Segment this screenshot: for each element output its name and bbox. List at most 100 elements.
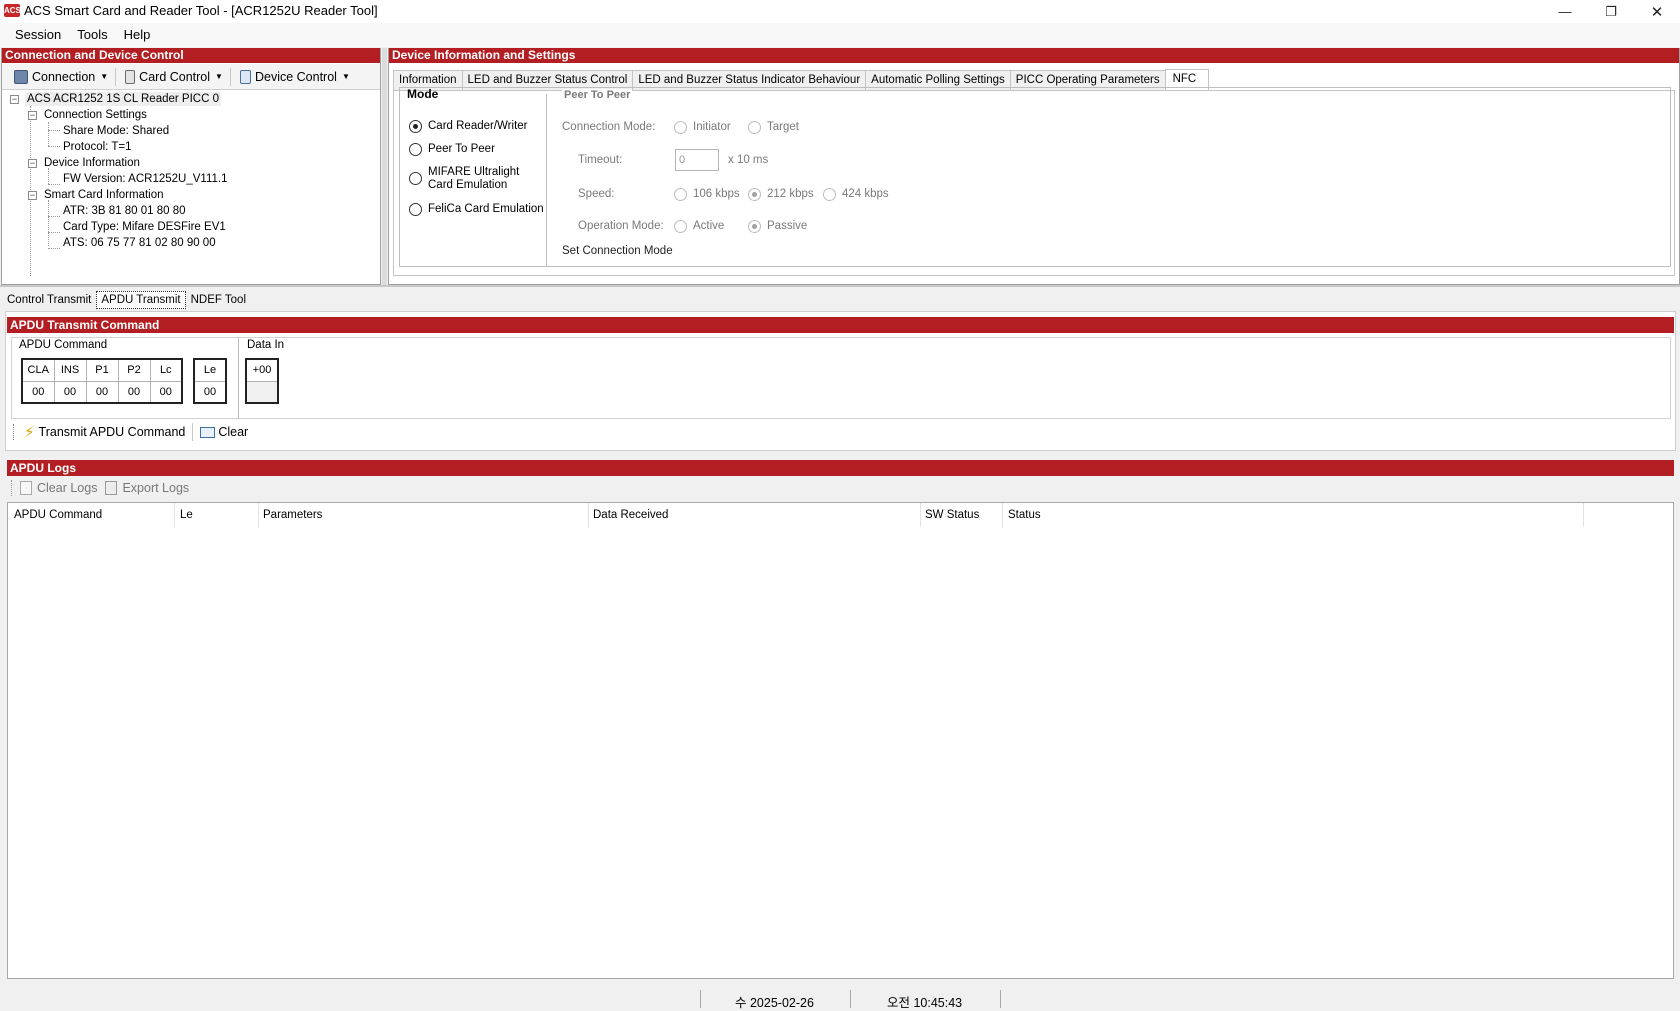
- device-control-dropdown[interactable]: Device Control ▼: [234, 66, 354, 88]
- menu-help[interactable]: Help: [116, 25, 159, 45]
- initiator-radio[interactable]: Initiator: [674, 121, 731, 134]
- menu-session[interactable]: Session: [7, 25, 69, 45]
- connection-panel-header: Connection and Device Control: [2, 48, 380, 63]
- column-separator[interactable]: [920, 503, 921, 527]
- col-le[interactable]: Le: [180, 509, 193, 521]
- mode-card-reader-writer-radio[interactable]: Card Reader/Writer: [409, 120, 528, 133]
- column-separator[interactable]: [258, 503, 259, 527]
- chevron-down-icon: ▼: [215, 72, 223, 81]
- col-parameters[interactable]: Parameters: [263, 509, 322, 521]
- mode-peer-to-peer-label: Peer To Peer: [428, 143, 495, 155]
- tree-node-share-mode[interactable]: Share Mode: Shared: [63, 124, 169, 138]
- col-status[interactable]: Status: [1008, 509, 1041, 521]
- tree-line: [48, 248, 60, 249]
- p1-header: P1: [85, 358, 119, 382]
- col-data-received[interactable]: Data Received: [593, 509, 668, 521]
- clear-label: Clear: [218, 425, 249, 439]
- tree-node-protocol[interactable]: Protocol: T=1: [63, 140, 132, 154]
- tree-collapse-icon[interactable]: −: [28, 159, 37, 168]
- data-in-input[interactable]: [245, 380, 279, 404]
- horizontal-splitter[interactable]: [0, 285, 1680, 287]
- tree-node-smart-card-information[interactable]: Smart Card Information: [44, 188, 164, 202]
- speed-424-label: 424 kbps: [842, 188, 889, 200]
- device-tree[interactable]: − ACS ACR1252 1S CL Reader PICC 0 − Conn…: [6, 92, 376, 282]
- data-in-header: +00: [245, 358, 279, 382]
- tree-node-connection-settings[interactable]: Connection Settings: [44, 108, 147, 122]
- operation-passive-label: Passive: [767, 220, 808, 232]
- connection-mode-label: Connection Mode:: [562, 121, 656, 133]
- column-separator[interactable]: [174, 503, 175, 527]
- mode-felica-emulation-radio[interactable]: FeliCa Card Emulation: [409, 203, 544, 216]
- connection-dropdown[interactable]: Connection ▼: [10, 66, 112, 88]
- tree-node-reader[interactable]: ACS ACR1252 1S CL Reader PICC 0: [25, 92, 221, 106]
- p2-input[interactable]: 00: [117, 380, 151, 404]
- apdu-header-table: CLA INS P1 P2 Lc 00 00 00 00 00: [21, 358, 183, 404]
- apdu-command-group-title: APDU Command: [19, 339, 108, 351]
- apdu-transmit-header: APDU Transmit Command: [7, 317, 1674, 333]
- card-control-dropdown[interactable]: Card Control ▼: [119, 66, 227, 88]
- tree-node-device-information[interactable]: Device Information: [44, 156, 140, 170]
- col-apdu-command[interactable]: APDU Command: [14, 509, 102, 521]
- transmit-tabs: Control Transmit APDU Transmit NDEF Tool: [2, 291, 251, 309]
- column-separator[interactable]: [1583, 503, 1584, 527]
- timeout-label: Timeout:: [578, 154, 623, 166]
- lc-header: Lc: [149, 358, 183, 382]
- tree-node-fw-version[interactable]: FW Version: ACR1252U_V111.1: [63, 172, 228, 186]
- tab-ndef-tool[interactable]: NDEF Tool: [186, 291, 251, 309]
- initiator-label: Initiator: [693, 121, 731, 133]
- connection-label: Connection: [32, 69, 96, 84]
- tree-node-ats[interactable]: ATS: 06 75 77 81 02 80 90 00: [63, 236, 216, 250]
- data-in-table: +00: [245, 358, 279, 404]
- restore-button[interactable]: ❐: [1588, 0, 1634, 23]
- cla-input[interactable]: 00: [21, 380, 55, 404]
- speed-106-radio[interactable]: 106 kbps: [674, 188, 740, 201]
- column-separator[interactable]: [1002, 503, 1003, 527]
- col-sw-status[interactable]: SW Status: [925, 509, 979, 521]
- minimize-button[interactable]: —: [1542, 0, 1588, 23]
- clear-icon: [200, 426, 216, 438]
- tree-collapse-icon[interactable]: −: [28, 111, 37, 120]
- mode-mifare-emulation-radio[interactable]: MIFARE Ultralight Card Emulation: [409, 166, 544, 192]
- device-icon: [239, 69, 251, 84]
- speed-424-radio[interactable]: 424 kbps: [823, 188, 889, 201]
- radio-icon: [409, 203, 422, 216]
- tab-control-transmit[interactable]: Control Transmit: [2, 291, 96, 309]
- status-date: 수 2025-02-26: [735, 996, 814, 1010]
- clear-button[interactable]: Clear: [196, 421, 252, 443]
- transmit-apdu-button[interactable]: ⚡ Transmit APDU Command: [24, 421, 189, 443]
- mode-peer-to-peer-radio[interactable]: Peer To Peer: [409, 143, 495, 156]
- tab-apdu-transmit[interactable]: APDU Transmit: [96, 291, 186, 309]
- tree-node-card-type[interactable]: Card Type: Mifare DESFire EV1: [63, 220, 226, 234]
- radio-icon: [674, 220, 687, 233]
- target-radio[interactable]: Target: [748, 121, 799, 134]
- export-logs-button[interactable]: Export Logs: [101, 477, 193, 499]
- toolbar-separator: [115, 67, 117, 86]
- p2-header: P2: [117, 358, 151, 382]
- radio-icon: [409, 172, 422, 185]
- card-control-label: Card Control: [139, 69, 211, 84]
- ins-input[interactable]: 00: [53, 380, 87, 404]
- column-separator[interactable]: [588, 503, 589, 527]
- panel-splitter[interactable]: [382, 48, 387, 285]
- lc-input[interactable]: 00: [149, 380, 183, 404]
- operation-passive-radio[interactable]: Passive: [748, 220, 807, 233]
- menu-tools[interactable]: Tools: [69, 25, 115, 45]
- operation-active-radio[interactable]: Active: [674, 220, 724, 233]
- close-button[interactable]: ✕: [1634, 0, 1680, 23]
- le-input[interactable]: 00: [193, 380, 227, 404]
- clear-logs-icon: [20, 481, 32, 495]
- clear-logs-button[interactable]: Clear Logs: [20, 477, 101, 499]
- nfc-outer-group: [399, 87, 1671, 267]
- tree-collapse-icon[interactable]: −: [28, 191, 37, 200]
- speed-212-radio[interactable]: 212 kbps: [748, 188, 814, 201]
- radio-icon: [823, 188, 836, 201]
- export-logs-label: Export Logs: [122, 481, 190, 495]
- tree-collapse-icon[interactable]: −: [10, 95, 19, 104]
- set-connection-mode-button[interactable]: Set Connection Mode: [562, 245, 673, 257]
- timeout-input[interactable]: 0: [675, 149, 719, 171]
- tree-node-atr[interactable]: ATR: 3B 81 80 01 80 80: [63, 204, 186, 218]
- peer-to-peer-group-title: Peer To Peer: [562, 89, 633, 101]
- radio-icon: [409, 143, 422, 156]
- apdu-logs-table[interactable]: APDU Command Le Parameters Data Received…: [7, 502, 1674, 979]
- p1-input[interactable]: 00: [85, 380, 119, 404]
